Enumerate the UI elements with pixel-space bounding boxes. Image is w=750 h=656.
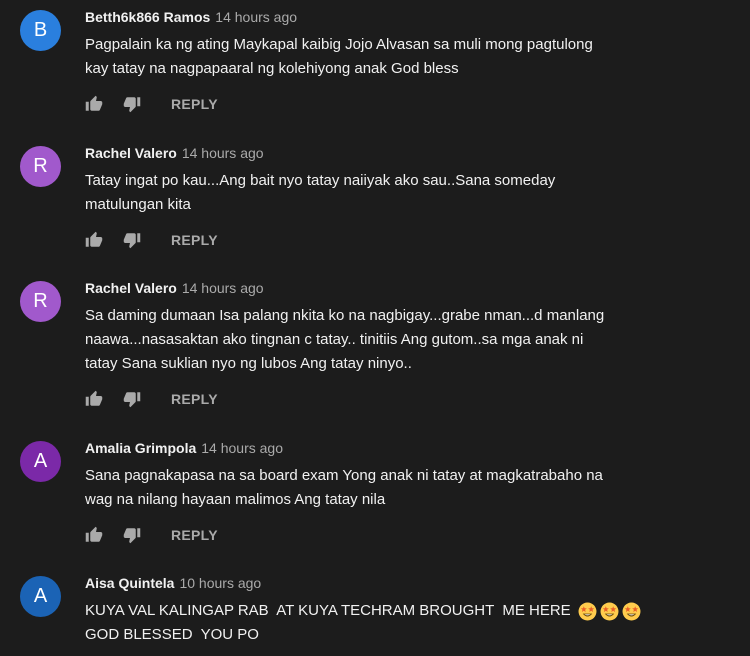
comment-header: Rachel Valero 14 hours ago bbox=[85, 278, 750, 298]
comment-text-line: wag na nilang hayaan malimos Ang tatay n… bbox=[85, 490, 386, 508]
comment-timestamp[interactable]: 14 hours ago bbox=[182, 145, 264, 161]
comment-actions: REPLY bbox=[85, 383, 750, 415]
comment-text-line: tatay Sana suklian nyo ng lubos Ang tata… bbox=[85, 355, 412, 372]
thumb-down-icon[interactable] bbox=[123, 231, 141, 249]
comment-item: A Amalia Grimpola 14 hours ago Sana pagna… bbox=[0, 438, 750, 551]
comment-timestamp[interactable]: 14 hours ago bbox=[182, 280, 264, 296]
reply-button[interactable]: REPLY bbox=[171, 96, 218, 112]
comment-text-line: GOD BLESSED YOU PO bbox=[85, 626, 259, 643]
comment-author[interactable]: Rachel Valero bbox=[85, 280, 177, 296]
avatar[interactable]: B bbox=[20, 10, 61, 51]
comment-text: KUYA VAL KALINGAP RAB AT KUYA TECHRAM BR… bbox=[85, 599, 750, 647]
comment-text: Sa daming dumaan Isa palang nkita ko na … bbox=[85, 304, 750, 376]
comment-text-line: Pagpalain ka ng ating Maykapal kaibig Jo… bbox=[85, 36, 593, 53]
thumb-down-icon[interactable] bbox=[123, 526, 141, 544]
comment-header: Aisa Quintela 10 hours ago bbox=[85, 573, 750, 593]
comment-text-line: matulungan kita bbox=[85, 195, 191, 213]
comment-author[interactable]: Betth6k866 Ramos bbox=[85, 9, 210, 25]
star-struck-emoji-icon bbox=[600, 602, 619, 621]
comment-timestamp[interactable]: 10 hours ago bbox=[179, 575, 261, 591]
reply-button[interactable]: REPLY bbox=[171, 232, 218, 248]
reply-button[interactable]: REPLY bbox=[171, 527, 218, 543]
comment-header: Betth6k866 Ramos 14 hours ago bbox=[85, 7, 750, 27]
comments-list: B Betth6k866 Ramos 14 hours ago Pagpalain… bbox=[0, 0, 750, 647]
comment-actions: REPLY bbox=[85, 88, 750, 120]
comment-timestamp[interactable]: 14 hours ago bbox=[201, 440, 283, 456]
comment-item: R Rachel Valero 14 hours ago Tatay ingat … bbox=[0, 143, 750, 256]
comment-author[interactable]: Aisa Quintela bbox=[85, 575, 174, 591]
avatar[interactable]: R bbox=[20, 145, 61, 187]
comment-header: Rachel Valero 14 hours ago bbox=[85, 143, 750, 163]
comment-header: Amalia Grimpola 14 hours ago bbox=[85, 438, 750, 458]
avatar[interactable]: A bbox=[20, 440, 61, 482]
comment-text-line: Sana pagnakapasa na sa board exam Yong a… bbox=[85, 466, 603, 484]
comment-text-line: Tatay ingat po kau...Ang bait nyo tatay … bbox=[85, 171, 556, 189]
comment-text-line: KUYA VAL KALINGAP RAB AT KUYA TECHRAM BR… bbox=[85, 599, 750, 623]
comment-item: A Aisa Quintela 10 hours ago KUYA VAL KAL… bbox=[0, 573, 750, 647]
thumb-down-icon[interactable] bbox=[123, 390, 141, 408]
comment-author[interactable]: Rachel Valero bbox=[85, 145, 177, 161]
comment-text-line: kay tatay na nagpapaaral ng kolehiyong a… bbox=[85, 60, 459, 77]
thumb-up-icon[interactable] bbox=[85, 95, 103, 113]
reply-button[interactable]: REPLY bbox=[171, 391, 218, 407]
avatar[interactable]: R bbox=[20, 281, 61, 322]
comment-text: Pagpalain ka ng ating Maykapal kaibig Jo… bbox=[85, 33, 750, 81]
star-struck-emoji-icon bbox=[578, 602, 597, 621]
thumb-up-icon[interactable] bbox=[85, 526, 103, 544]
thumb-up-icon[interactable] bbox=[85, 231, 103, 249]
comment-item: R Rachel Valero 14 hours ago Sa daming du… bbox=[0, 278, 750, 415]
comment-item: B Betth6k866 Ramos 14 hours ago Pagpalain… bbox=[0, 7, 750, 120]
star-struck-emoji-icon bbox=[622, 602, 641, 621]
comment-actions: REPLY bbox=[85, 224, 750, 256]
comment-text-segment: KUYA VAL KALINGAP RAB AT KUYA TECHRAM BR… bbox=[85, 602, 575, 619]
comment-author[interactable]: Amalia Grimpola bbox=[85, 440, 196, 456]
avatar[interactable]: A bbox=[20, 576, 61, 617]
thumb-up-icon[interactable] bbox=[85, 390, 103, 408]
comment-timestamp[interactable]: 14 hours ago bbox=[215, 9, 297, 25]
comment-text: Sana pagnakapasa na sa board exam Yong a… bbox=[85, 464, 750, 512]
comment-text-line: Sa daming dumaan Isa palang nkita ko na … bbox=[85, 307, 605, 324]
thumb-down-icon[interactable] bbox=[123, 95, 141, 113]
comment-text: Tatay ingat po kau...Ang bait nyo tatay … bbox=[85, 169, 750, 217]
comment-text-line: naawa...nasasaktan ako tingnan c tatay..… bbox=[85, 331, 584, 348]
comment-actions: REPLY bbox=[85, 519, 750, 551]
